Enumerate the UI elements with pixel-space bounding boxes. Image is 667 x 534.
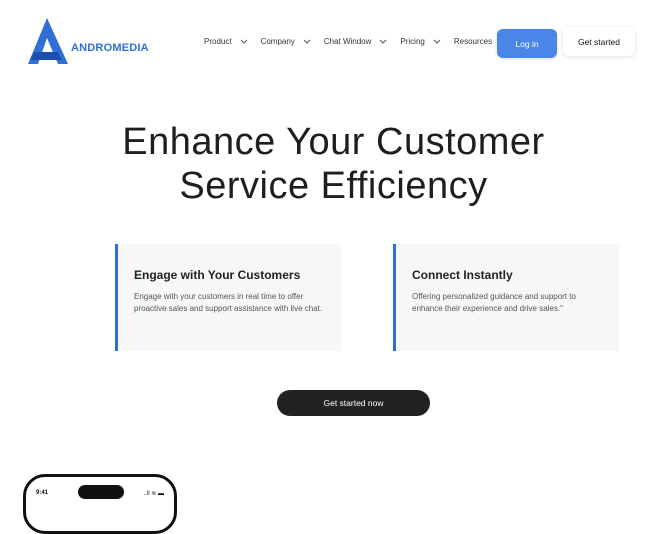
card-text: Offering personalized guidance and suppo… (412, 292, 576, 313)
get-started-now-button[interactable]: Get started now (277, 390, 430, 416)
phone-mockup: 9:41 ..ll ≋ ▬ (23, 474, 177, 534)
feature-card-connect: Connect Instantly Offering personalized … (393, 244, 619, 351)
login-button[interactable]: Log in (497, 29, 557, 58)
nav-item-company[interactable]: Company (261, 37, 311, 46)
chevron-down-icon (240, 39, 247, 44)
feature-card-engage: Engage with Your Customers Engage with y… (115, 244, 341, 351)
brand-name: ANDROMEDIA (71, 42, 149, 54)
nav-item-pricing[interactable]: Pricing (400, 37, 441, 46)
nav-item-label: Resources (453, 37, 493, 46)
phone-time: 9:41 (36, 490, 49, 496)
card-title: Connect Instantly (412, 268, 513, 282)
chevron-down-icon (433, 39, 441, 44)
card-text: Engage with your customers in real time … (134, 292, 323, 313)
get-started-button[interactable]: Get started (563, 27, 635, 56)
nav-item-label: Company (260, 37, 295, 46)
main-nav: Product Company Chat Window Pricing Reso… (204, 37, 505, 46)
nav-item-chat-window[interactable]: Chat Window (324, 37, 388, 46)
chevron-down-icon (380, 39, 387, 44)
logo-mark-icon (28, 18, 68, 64)
hero-title: Enhance Your Customer Service Efficiency (0, 120, 667, 208)
hero-title-line-1: Enhance Your Customer (122, 121, 545, 163)
chevron-down-icon (303, 39, 311, 44)
nav-item-label: Chat Window (323, 37, 372, 46)
brand-logo[interactable]: ANDROMEDIA (28, 18, 149, 66)
card-title: Engage with Your Customers (134, 268, 301, 282)
hero-title-line-2: Service Efficiency (179, 165, 488, 207)
nav-item-label: Product (204, 37, 232, 46)
nav-item-product[interactable]: Product (204, 37, 248, 46)
nav-item-label: Pricing (400, 37, 425, 46)
phone-status-icons: ..ll ≋ ▬ (143, 491, 164, 497)
nav-item-resources[interactable]: Resources (454, 37, 492, 46)
